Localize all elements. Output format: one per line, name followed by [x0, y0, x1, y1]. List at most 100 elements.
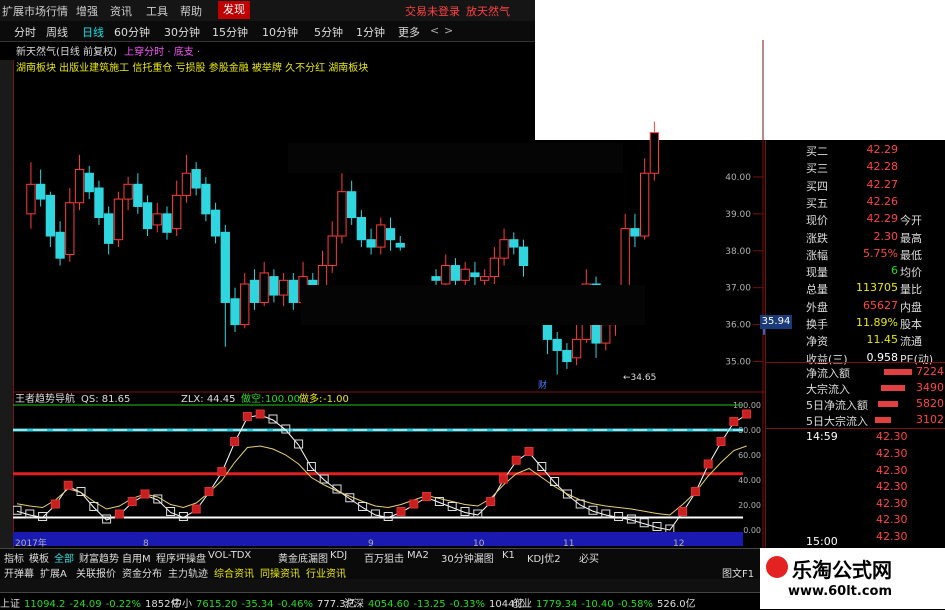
indicator-tab[interactable]: KDJ优2 — [527, 550, 561, 565]
info-tab[interactable]: 主力轨迹 — [168, 565, 208, 580]
quote-label: 净资 — [806, 335, 828, 349]
index-quote-field: 526.0亿 — [657, 599, 696, 610]
index-quote-field: -24.09 — [69, 599, 102, 610]
tick-price: 42.30 — [876, 430, 908, 443]
index-quote-field: 上证 — [0, 599, 20, 610]
info-tab[interactable]: 关联报价 — [76, 565, 116, 580]
period-tab-daily[interactable]: 日线 — [82, 24, 104, 40]
indicator-tab[interactable]: 指标 — [4, 550, 24, 565]
index-quote[interactable]: 上证 11094.2 -24.09 -0.22% 1852亿 — [0, 595, 184, 610]
info-tabs: 开弹幕 扩展A 关联报价 资金分布 主力轨迹 综合资讯 同操资讯 行业资讯 图文F1 — [0, 564, 760, 580]
next-arrow-icon[interactable]: > — [444, 24, 453, 37]
indicator-tab[interactable]: 财富趋势 — [79, 550, 119, 565]
period-tab-timeshare[interactable]: 分时 — [14, 24, 36, 40]
kline-chart[interactable]: 40.00 39.00 38.00 37.00 36.00 35.00 ←34.65 财王者趋… — [13, 40, 765, 548]
menu-item-discover[interactable]: 发现 — [218, 1, 250, 19]
candle-body — [162, 213, 172, 233]
osc-step-block — [486, 497, 496, 506]
quote-value: 42.29 — [866, 212, 899, 226]
info-tab[interactable]: 资金分布 — [122, 565, 162, 580]
candle-body — [230, 298, 240, 326]
tick-price: 42.30 — [876, 447, 908, 460]
quote-extra-label: 最高 — [900, 231, 922, 245]
quote-extra-label: 最低 — [900, 248, 922, 262]
price-tick-label: 36.00 — [725, 321, 751, 331]
info-tab[interactable]: 综合资讯 — [214, 565, 254, 580]
menu-item-news[interactable]: 资讯 — [110, 3, 132, 19]
info-tab[interactable]: 行业资讯 — [306, 565, 346, 580]
indicator-tab[interactable]: 必买 — [579, 550, 599, 565]
base-band — [13, 532, 743, 546]
zuokong-value: 100.00 — [265, 394, 300, 405]
index-quote[interactable]: 创业 1779.34 -10.40 -0.58% 526.0亿 — [512, 595, 700, 610]
candle-body — [327, 235, 337, 267]
index-quote[interactable]: 中小 7615.20 -35.34 -0.46% 777.3亿 — [172, 595, 360, 610]
candle-body — [450, 265, 461, 281]
quote-row: 外盘 65627 内盘 — [766, 298, 945, 314]
indicator-tab[interactable]: 自用M — [122, 550, 151, 565]
trade-login-link[interactable]: 交易未登录 — [405, 3, 460, 19]
quote-row: 买五 42.26 — [766, 195, 945, 210]
tick-end-time: 15:00 — [806, 535, 838, 548]
period-tab-1min[interactable]: 1分钟 — [356, 24, 385, 40]
menu-item-market[interactable]: 扩展市场行情 — [2, 3, 68, 19]
quote-value: 65627 — [863, 298, 898, 312]
promo-link[interactable]: 放天然气 — [466, 3, 510, 19]
indicator-tick-label: 0.00 — [743, 526, 761, 535]
osc-step-block — [690, 487, 700, 496]
candle-body — [181, 172, 192, 196]
menu-item-enhance[interactable]: 增强 — [76, 3, 98, 19]
indicator-tab[interactable]: 程序坪操盘 — [156, 550, 206, 565]
index-quote[interactable]: 沪深 4054.60 -13.25 -0.33% 1044亿 — [344, 595, 528, 610]
index-quote-field: -0.46% — [277, 599, 313, 610]
osc-step-block — [204, 487, 214, 496]
index-quote-field: -10.40 — [581, 599, 614, 610]
time-axis-label: 12 — [673, 539, 684, 548]
quote-row: 15:00 — [766, 535, 945, 549]
period-tab-15min[interactable]: 15分钟 — [212, 24, 248, 40]
candle-body — [65, 202, 75, 255]
menu-item-tools[interactable]: 工具 — [146, 3, 168, 19]
osc-step-block — [230, 437, 240, 446]
indicator-tab[interactable]: 全部 — [54, 550, 74, 565]
indicator-tab[interactable]: 黄金底漏图 — [278, 550, 328, 565]
candle-body — [499, 239, 509, 259]
info-tab[interactable]: 同操资讯 — [260, 565, 300, 580]
candle-body — [518, 246, 529, 267]
osc-step-block — [396, 507, 406, 516]
market-status-bar: 上证 11094.2 -24.09 -0.22% 1852亿 中小 7615.20 -35.3… — [0, 592, 760, 610]
quote-row: 5日净流入额 5820 — [766, 397, 945, 412]
info-tab[interactable]: 扩展A — [40, 565, 67, 580]
indicator-tab[interactable]: VOL-TDX — [208, 550, 251, 561]
quote-row: 14:59 42.30 — [766, 430, 945, 444]
graphic-text-toggle[interactable]: 图文F1 — [722, 565, 754, 580]
index-quote-field: 沪深 — [344, 599, 364, 610]
indicator-tab[interactable]: MA2 — [407, 550, 429, 561]
osc-step-block — [255, 409, 265, 419]
osc-line-yellow — [16, 445, 747, 516]
indicator-tab[interactable]: 30分钟漏图 — [441, 550, 494, 565]
period-tab-30min[interactable]: 30分钟 — [164, 24, 200, 40]
osc-step-block — [703, 459, 713, 469]
quote-row: 5日大宗流入 3102 — [766, 413, 945, 428]
quote-row: 涨跌 2.30 最高 — [766, 230, 945, 245]
candle-body — [431, 276, 441, 281]
indicator-tab[interactable]: KDJ — [330, 550, 347, 561]
quote-extra-label: 流通 — [900, 335, 922, 349]
left-side-tabs[interactable] — [0, 60, 14, 548]
period-tab-5min[interactable]: 5分钟 — [314, 24, 343, 40]
period-tab-60min[interactable]: 60分钟 — [114, 24, 150, 40]
period-tab-10min[interactable]: 10分钟 — [262, 24, 298, 40]
candle-body — [562, 349, 572, 363]
indicator-tab[interactable]: 模板 — [29, 550, 49, 565]
prev-arrow-icon[interactable]: < — [430, 24, 439, 37]
indicator-tick-label: 40.00 — [738, 476, 761, 485]
indicator-tab[interactable]: 百万狙击 — [364, 550, 404, 565]
period-tab-weekly[interactable]: 周线 — [46, 24, 68, 40]
info-tab[interactable]: 开弹幕 — [4, 565, 34, 580]
candle-body — [470, 272, 480, 278]
menu-item-help[interactable]: 帮助 — [180, 3, 202, 19]
quote-value: 42.27 — [866, 177, 899, 191]
indicator-tab[interactable]: K1 — [502, 550, 515, 561]
period-tab-more[interactable]: 更多 — [398, 24, 420, 40]
